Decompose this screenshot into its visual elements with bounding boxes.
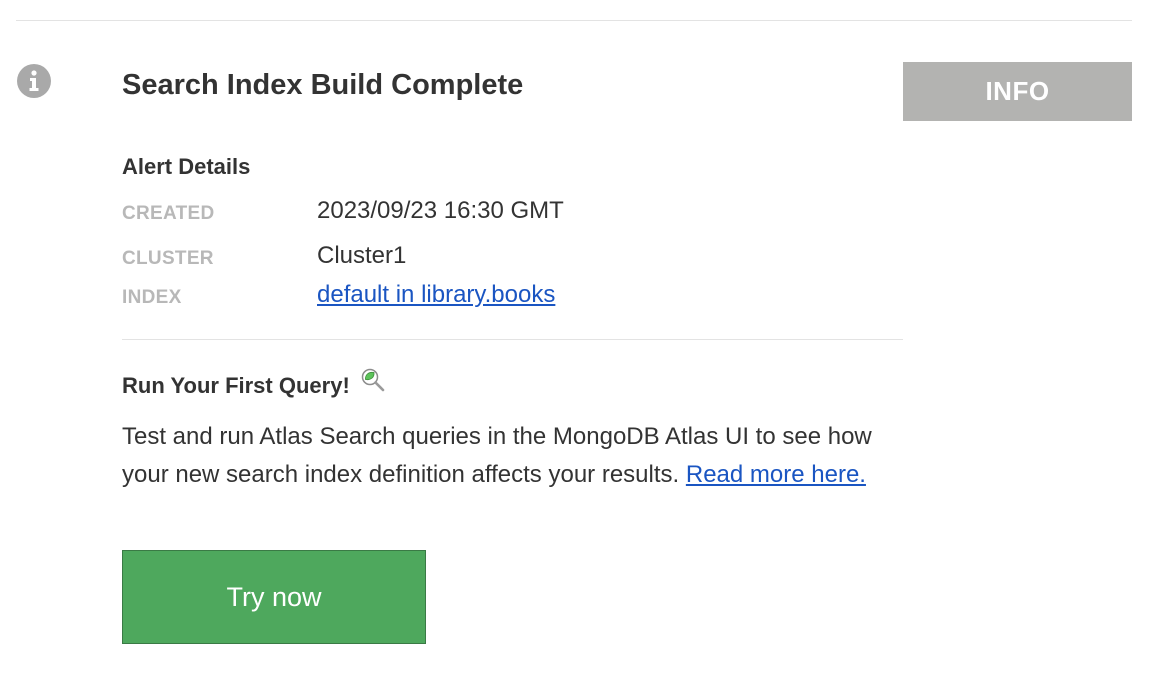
try-now-button[interactable]: Try now xyxy=(122,550,426,644)
read-more-link[interactable]: Read more here. xyxy=(686,461,866,488)
query-description: Test and run Atlas Search queries in the… xyxy=(122,418,892,494)
query-heading-text: Run Your First Query! xyxy=(122,373,350,398)
created-value: 2023/09/23 16:30 GMT xyxy=(317,197,564,224)
index-label: INDEX xyxy=(122,287,182,308)
severity-badge: INFO xyxy=(903,62,1132,121)
index-link[interactable]: default in library.books xyxy=(317,281,555,309)
cluster-value: Cluster1 xyxy=(317,242,407,269)
created-label: CREATED xyxy=(122,203,215,224)
top-divider xyxy=(16,20,1132,21)
section-divider xyxy=(122,339,903,340)
cluster-label: CLUSTER xyxy=(122,248,214,269)
alert-details-heading: Alert Details xyxy=(122,154,251,179)
alert-title: Search Index Build Complete xyxy=(122,69,524,101)
query-heading: Run Your First Query! xyxy=(122,368,386,399)
info-icon xyxy=(17,64,51,98)
magnifier-icon xyxy=(361,368,385,392)
